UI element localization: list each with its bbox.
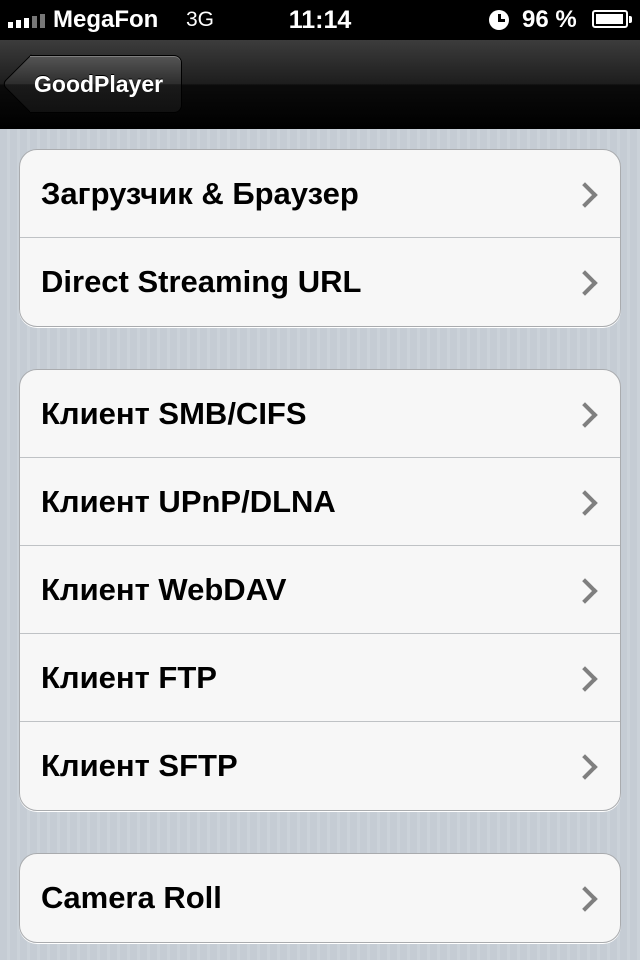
- chevron-right-icon: [572, 754, 598, 780]
- list-item-camera-roll[interactable]: Camera Roll: [20, 854, 620, 942]
- back-button[interactable]: GoodPlayer: [30, 55, 183, 113]
- orientation-lock-icon: [489, 10, 509, 30]
- source-group-local: Camera Roll: [19, 853, 621, 943]
- list-item-label: Direct Streaming URL: [41, 264, 362, 299]
- list-item-label: Клиент SMB/CIFS: [41, 396, 307, 431]
- back-button-label: GoodPlayer: [34, 70, 164, 97]
- list-item-label: Клиент SFTP: [41, 748, 238, 783]
- source-group-network-clients: Клиент SMB/CIFS Клиент UPnP/DLNA Клиент …: [19, 369, 621, 811]
- list-item-label: Загрузчик & Браузер: [41, 176, 359, 211]
- list-item-label: Camera Roll: [41, 880, 222, 915]
- chevron-right-icon: [572, 578, 598, 604]
- list-item-smb-client[interactable]: Клиент SMB/CIFS: [20, 370, 620, 458]
- list-item-label: Клиент UPnP/DLNA: [41, 484, 336, 519]
- battery-percentage: 96 %: [522, 6, 577, 33]
- source-group-downloads: Загрузчик & Браузер Direct Streaming URL: [19, 149, 621, 327]
- list-item-label: Клиент WebDAV: [41, 572, 287, 607]
- list-item-sftp-client[interactable]: Клиент SFTP: [20, 722, 620, 810]
- battery-icon: [592, 10, 632, 28]
- list-item-webdav-client[interactable]: Клиент WebDAV: [20, 546, 620, 634]
- list-item-downloader-browser[interactable]: Загрузчик & Браузер: [20, 150, 620, 238]
- chevron-right-icon: [572, 666, 598, 692]
- list-item-label: Клиент FTP: [41, 660, 217, 695]
- chevron-right-icon: [572, 402, 598, 428]
- navigation-bar: GoodPlayer: [0, 40, 640, 129]
- chevron-right-icon: [572, 182, 598, 208]
- status-bar: MegaFon 3G 11:14 96 %: [0, 0, 640, 40]
- chevron-right-icon: [572, 490, 598, 516]
- chevron-right-icon: [572, 886, 598, 912]
- list-item-ftp-client[interactable]: Клиент FTP: [20, 634, 620, 722]
- battery-level-fill: [596, 14, 623, 24]
- list-item-upnp-client[interactable]: Клиент UPnP/DLNA: [20, 458, 620, 546]
- list-item-direct-streaming-url[interactable]: Direct Streaming URL: [20, 238, 620, 326]
- chevron-right-icon: [572, 270, 598, 296]
